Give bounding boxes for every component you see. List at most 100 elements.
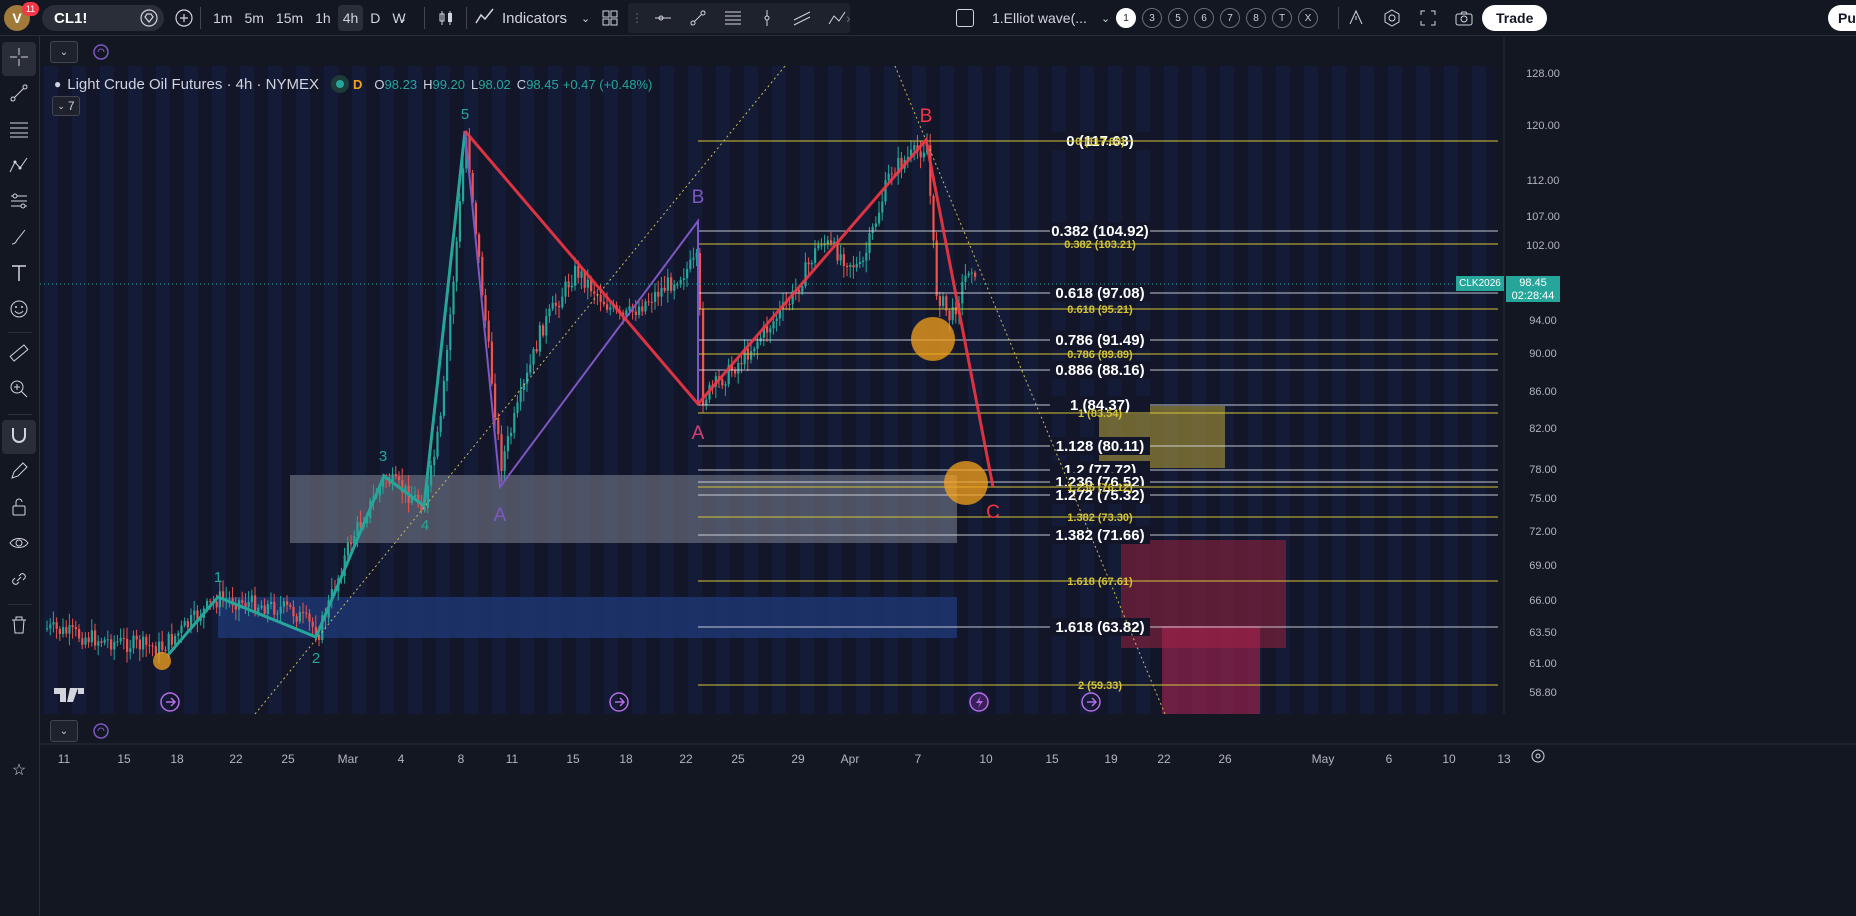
text-tool[interactable] [2,258,36,292]
add-symbol-button[interactable] [170,0,198,36]
wave-degree-7[interactable]: 7 [1220,8,1240,28]
remove-drawings-tool[interactable] [2,610,36,644]
sync-icon[interactable] [92,43,110,61]
target-zone-magenta[interactable] [1162,626,1260,714]
wave-label-b-purple[interactable]: B [692,187,705,208]
current-price-badge[interactable]: CLK2026 98.45 02:28:44 [1456,276,1560,302]
fib-label-yellow[interactable]: 1 (83.54) [1078,408,1122,420]
timeframe-4h[interactable]: 4h [337,5,364,31]
fib-label-white[interactable]: 0.618 (97.08) [1055,285,1144,302]
alert-icon[interactable] [1342,4,1370,32]
wave-degree-6[interactable]: 6 [1194,8,1214,28]
magnet-tool[interactable] [2,420,36,454]
chevron-down-icon[interactable]: ⌄ [581,12,590,25]
horizontal-ray-icon[interactable] [650,4,677,32]
pivot-marker[interactable] [153,652,171,670]
gear-icon[interactable] [1378,4,1406,32]
wave-degree-X[interactable]: X [1298,8,1318,28]
fib-label-yellow[interactable]: 1.236 (76.12) [1067,482,1133,494]
fib-tool[interactable] [2,114,36,148]
indicator-toggle[interactable]: ⌄ 7 [52,96,80,116]
timeframe-D[interactable]: D [365,5,385,31]
wave-label-a-purple[interactable]: A [494,505,507,526]
parallel-channel-icon[interactable] [789,4,816,32]
hide-drawings-tool[interactable] [2,528,36,562]
grid-icon[interactable] [596,4,624,32]
pattern-tool[interactable] [2,150,36,184]
chevron-down-icon[interactable]: ⌄ [1101,12,1110,25]
chart-type-button[interactable] [432,0,460,36]
publish-button[interactable]: Pu [1828,5,1856,31]
legend-title[interactable]: Light Crude Oil Futures · 4h · NYMEX [67,76,319,93]
indicators-button[interactable]: Indicators ⌄ [474,0,590,36]
camera-icon[interactable] [1450,4,1478,32]
stay-drawing-tool[interactable] [2,456,36,490]
measure-tool[interactable] [2,338,36,372]
lock-drawings-tool[interactable] [2,492,36,526]
chevron-down-icon[interactable]: ⌄ [398,12,407,25]
fib-label-white[interactable]: 1.382 (71.66) [1055,527,1144,544]
candles-icon[interactable] [432,4,460,32]
chart-pane[interactable]: 0 (117.63) 0.382 (104.92) 0.618 (97.08) 0.7… [40,36,1856,916]
timeframe-15m[interactable]: 15m [271,5,308,31]
fib-label-white[interactable]: 0.786 (91.49) [1055,332,1144,349]
wave-label-a-red[interactable]: A [692,423,705,444]
fib-label-yellow[interactable]: 1.618 (67.61) [1067,576,1133,588]
symbol-search[interactable]: CL1! [42,5,164,31]
wave-degree-5[interactable]: 5 [1168,8,1188,28]
link-tool[interactable] [2,564,36,598]
wave-label-1[interactable]: 1 [214,569,222,586]
drag-handle-icon[interactable]: ⋮ [631,4,643,32]
fib-retracement-icon[interactable] [719,4,746,32]
user-menu[interactable]: V 11 [4,0,39,36]
demand-zone-gray[interactable] [290,475,957,543]
wave-degree-T[interactable]: T [1272,8,1292,28]
wave-degree-3[interactable]: 3 [1142,8,1162,28]
square-icon[interactable] [956,9,974,27]
pivot-marker[interactable] [944,461,988,505]
wave-label-3[interactable]: 3 [379,448,387,465]
fib-label-white[interactable]: 0.382 (104.92) [1051,223,1149,240]
trade-button[interactable]: Trade [1482,5,1548,31]
wave-label-5[interactable]: 5 [461,106,469,123]
collapse-button[interactable]: ⌄ [50,41,78,63]
fib-label-white[interactable]: 1.128 (80.11) [1056,438,1144,455]
fib-label-yellow[interactable]: 0.786 (89.89) [1067,349,1133,361]
templates-button[interactable] [596,0,624,36]
fib-label-yellow[interactable]: 0.618 (95.21) [1067,304,1133,316]
trend-line-tool[interactable] [2,78,36,112]
toolbar-scroll-right[interactable]: › [846,0,851,36]
wave-degree-1[interactable]: 1 [1116,8,1136,28]
sync-icon[interactable] [92,722,110,740]
delayed-badge[interactable]: D [353,77,362,92]
fib-label-yellow[interactable]: 1.382 (73.30) [1067,512,1133,524]
prediction-tool[interactable] [2,186,36,220]
timeframe-1h[interactable]: 1h [310,5,336,31]
zoom-tool[interactable] [2,374,36,408]
wave-label-b-red[interactable]: B [920,106,933,127]
layout-name[interactable]: 1.Elliot wave(... ⌄ [956,0,1110,36]
wave-label-c-red[interactable]: C [986,502,1000,523]
emoji-tool[interactable] [2,294,36,328]
wave-label-4[interactable]: 4 [421,517,429,534]
pivot-marker[interactable] [911,317,955,361]
plus-circle-icon[interactable] [170,4,198,32]
timeframe-1m[interactable]: 1m [208,5,237,31]
gear-icon[interactable] [1530,748,1546,769]
fib-label-yellow[interactable]: 0 (117.63) [1075,136,1125,148]
chart-star[interactable]: ☆ [2,758,36,782]
diamond-icon[interactable] [140,9,158,31]
wave-label-2[interactable]: 2 [312,650,320,667]
trend-line-icon[interactable] [685,4,712,32]
fib-label-white[interactable]: 0.886 (88.16) [1055,362,1144,379]
crosshair-tool[interactable] [2,42,36,76]
collapse-button[interactable]: ⌄ [50,720,78,742]
wave-degree-8[interactable]: 8 [1246,8,1266,28]
fib-label-white[interactable]: 1.618 (63.82) [1055,619,1144,636]
timeframe-dropdown[interactable]: ⌄ [398,0,407,36]
fib-label-yellow[interactable]: 0.382 (103.21) [1064,239,1136,251]
event-marker[interactable] [969,692,989,712]
vertical-line-icon[interactable] [754,4,781,32]
fullscreen-icon[interactable] [1414,4,1442,32]
brush-tool[interactable] [2,222,36,256]
